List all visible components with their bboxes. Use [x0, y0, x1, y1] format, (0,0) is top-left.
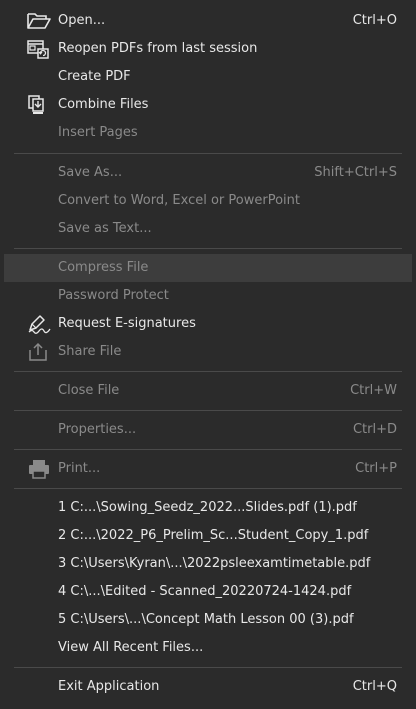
combine-files-icon [26, 95, 52, 115]
shortcut-label: Shift+Ctrl+S [314, 165, 397, 180]
menu-item-compress-file[interactable]: Compress File [4, 254, 412, 282]
recent-file-path: C:\Users\Kyran\...\2022psleexamtimetable… [70, 556, 371, 571]
menu-separator [14, 371, 402, 372]
menu-item-print[interactable]: Print... Ctrl+P [0, 455, 416, 483]
shortcut-label: Ctrl+O [352, 13, 397, 28]
menu-separator [14, 410, 402, 411]
recent-file-number: 2 [58, 528, 67, 543]
menu-separator [14, 449, 402, 450]
recent-file-item[interactable]: 4 C:\...\Edited - Scanned_20220724-1424.… [0, 578, 416, 606]
file-menu: Open... Ctrl+O Reopen PDFs from last ses… [0, 0, 416, 709]
menu-item-save-as-text[interactable]: Save as Text... [0, 215, 416, 243]
recent-file-item[interactable]: 3 C:\Users\Kyran\...\2022psleexamtimetab… [0, 550, 416, 578]
menu-item-label: Request E-signatures [58, 316, 196, 331]
recent-file-entry: 4 C:\...\Edited - Scanned_20220724-1424.… [58, 584, 351, 599]
recent-file-number: 4 [58, 584, 67, 599]
menu-item-label: Save as Text... [58, 221, 152, 236]
menu-item-label: Compress File [58, 260, 149, 275]
recent-file-entry: 2 C:...\2022_P6_Prelim_Sc...Student_Copy… [58, 528, 368, 543]
menu-item-convert[interactable]: Convert to Word, Excel or PowerPoint [0, 187, 416, 215]
menu-item-label: Properties... [58, 422, 137, 437]
recent-file-number: 5 [58, 612, 67, 627]
menu-item-create-pdf[interactable]: Create PDF [0, 63, 416, 91]
menu-item-properties[interactable]: Properties... Ctrl+D [0, 416, 416, 444]
printer-icon [26, 459, 52, 479]
menu-item-reopen-pdfs[interactable]: Reopen PDFs from last session [0, 35, 416, 63]
menu-item-view-all-recent[interactable]: View All Recent Files... [0, 634, 416, 662]
menu-item-label: Convert to Word, Excel or PowerPoint [58, 193, 300, 208]
recent-file-path: C:\...\Edited - Scanned_20220724-1424.pd… [70, 584, 352, 599]
signature-pen-icon [26, 314, 52, 334]
shortcut-label: Ctrl+W [350, 383, 397, 398]
menu-item-label: Reopen PDFs from last session [58, 41, 258, 56]
menu-item-request-esignatures[interactable]: Request E-signatures [0, 310, 416, 338]
recent-file-path: C:...\Sowing_Seedz_2022...Slides.pdf (1)… [70, 500, 357, 515]
recent-file-path: C:...\2022_P6_Prelim_Sc...Student_Copy_1… [70, 528, 369, 543]
recent-file-number: 3 [58, 556, 67, 571]
menu-item-combine-files[interactable]: Combine Files [0, 91, 416, 119]
menu-item-label: Insert Pages [58, 125, 138, 140]
recent-file-entry: 1 C:...\Sowing_Seedz_2022...Slides.pdf (… [58, 500, 357, 515]
shortcut-label: Ctrl+D [352, 422, 397, 437]
menu-item-label: Print... [58, 461, 101, 476]
shortcut-label: Ctrl+P [355, 461, 397, 476]
menu-item-label: Exit Application [58, 679, 160, 694]
menu-item-label: Create PDF [58, 69, 131, 84]
menu-item-label: Share File [58, 344, 122, 359]
recent-file-entry: 3 C:\Users\Kyran\...\2022psleexamtimetab… [58, 556, 370, 571]
menu-separator [14, 488, 402, 489]
menu-item-label: Password Protect [58, 288, 169, 303]
menu-item-insert-pages[interactable]: Insert Pages [0, 119, 416, 147]
menu-item-exit-application[interactable]: Exit Application Ctrl+Q [0, 673, 416, 701]
menu-separator [14, 153, 402, 154]
recent-file-path: C:\Users\...\Concept Math Lesson 00 (3).… [70, 612, 354, 627]
menu-item-password-protect[interactable]: Password Protect [0, 282, 416, 310]
menu-item-label: Save As... [58, 165, 123, 180]
menu-item-label: Combine Files [58, 97, 149, 112]
recent-file-entry: 5 C:\Users\...\Concept Math Lesson 00 (3… [58, 612, 354, 627]
shortcut-label: Ctrl+Q [352, 679, 397, 694]
menu-item-open[interactable]: Open... Ctrl+O [0, 7, 416, 35]
menu-item-label: Close File [58, 383, 120, 398]
recent-file-item[interactable]: 2 C:...\2022_P6_Prelim_Sc...Student_Copy… [0, 522, 416, 550]
recent-file-item[interactable]: 1 C:...\Sowing_Seedz_2022...Slides.pdf (… [0, 494, 416, 522]
menu-item-label: Open... [58, 13, 106, 28]
reopen-files-icon [26, 39, 52, 59]
folder-open-icon [26, 11, 52, 31]
menu-item-share-file[interactable]: Share File [0, 338, 416, 366]
menu-item-label: View All Recent Files... [58, 640, 204, 655]
menu-separator [14, 667, 402, 668]
menu-item-close-file[interactable]: Close File Ctrl+W [0, 377, 416, 405]
share-upload-icon [26, 342, 52, 362]
menu-item-save-as[interactable]: Save As... Shift+Ctrl+S [0, 159, 416, 187]
recent-file-number: 1 [58, 500, 67, 515]
recent-file-item[interactable]: 5 C:\Users\...\Concept Math Lesson 00 (3… [0, 606, 416, 634]
menu-separator [14, 248, 402, 249]
